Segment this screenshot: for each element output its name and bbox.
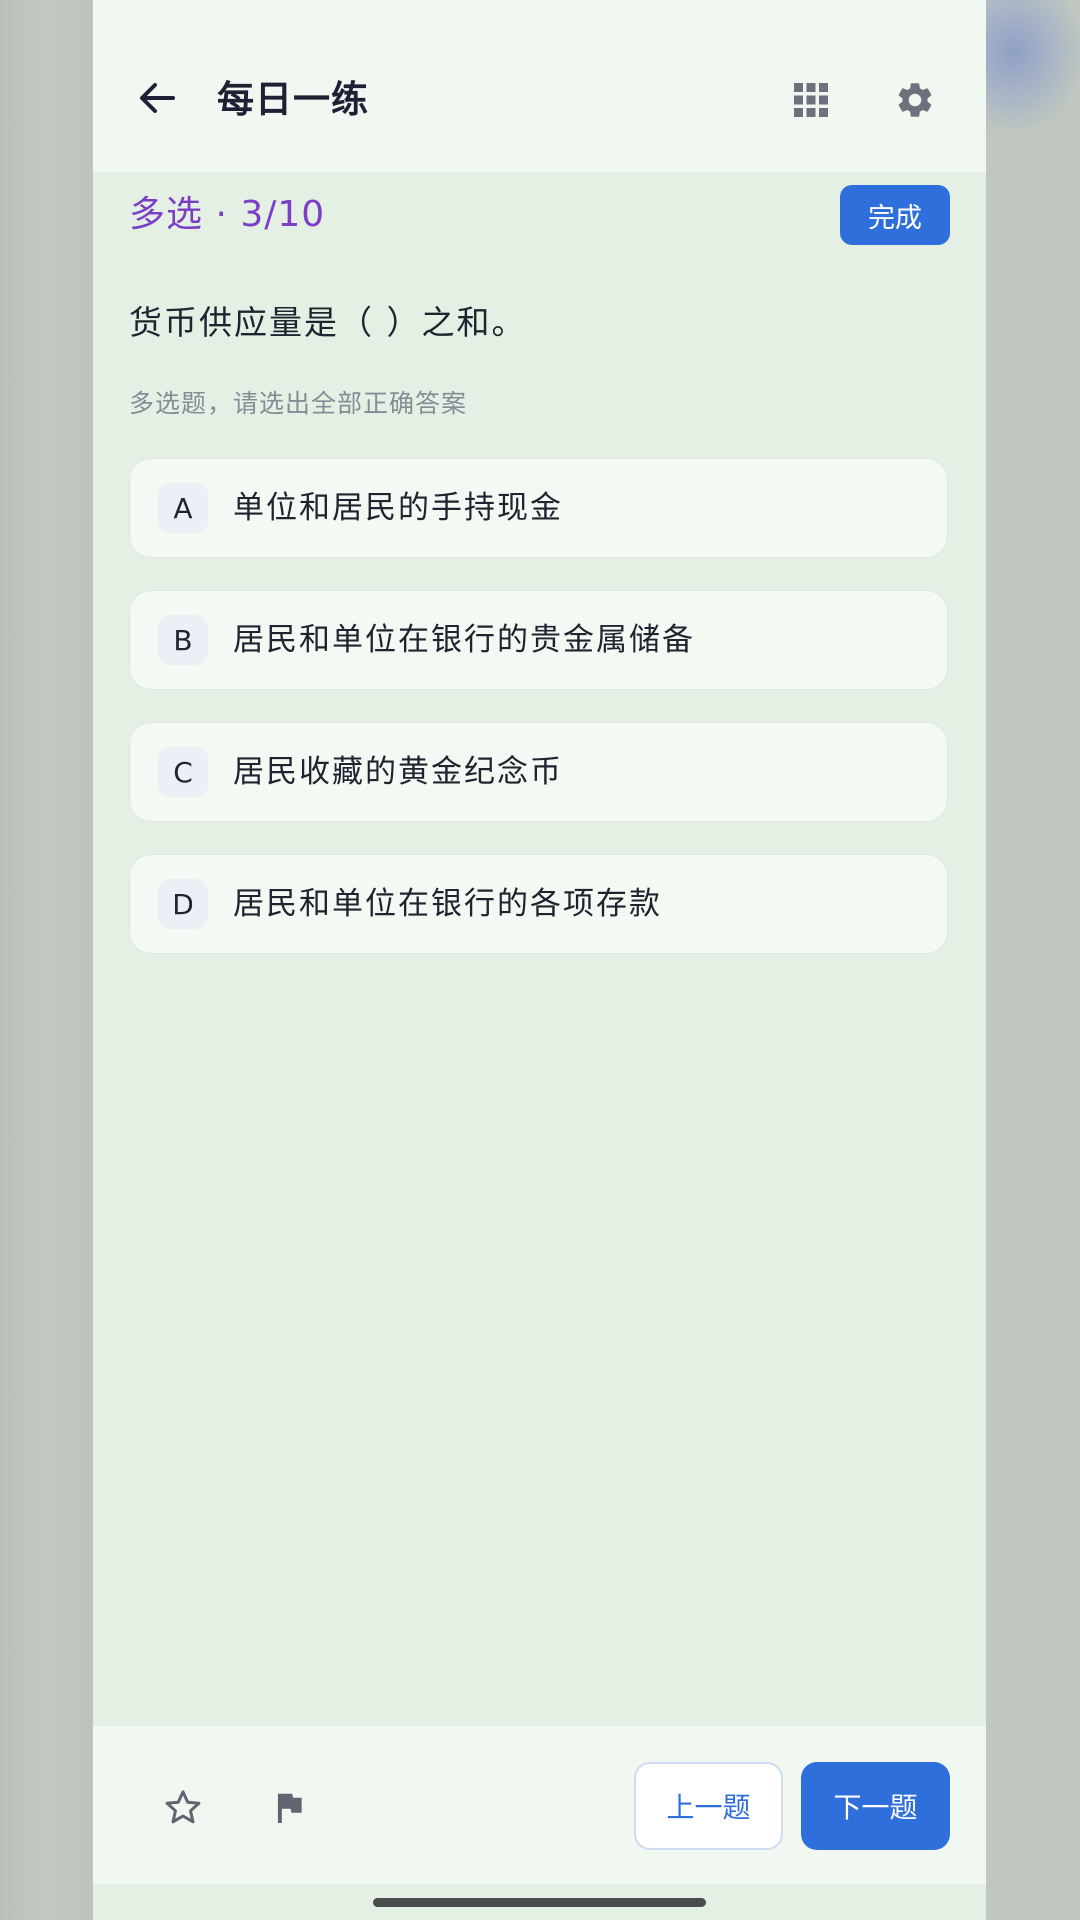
grid-icon — [794, 83, 828, 117]
option-text: 单位和居民的手持现金 — [233, 490, 563, 526]
question-type-progress: 多选 · 3/10 — [129, 194, 326, 235]
top-app-bar: 每日一练 — [93, 0, 986, 172]
next-question-button[interactable]: 下一题 — [801, 1762, 950, 1850]
done-button[interactable]: 完成 — [840, 185, 950, 245]
option-letter: A — [158, 483, 208, 533]
arrow-left-icon — [140, 83, 175, 113]
flag-icon — [277, 1793, 302, 1824]
favorite-button[interactable] — [155, 1780, 211, 1836]
question-text: 货币供应量是（ ）之和。 — [129, 303, 527, 342]
option-d[interactable]: D 居民和单位在银行的各项存款 — [129, 854, 948, 954]
option-letter: D — [158, 879, 208, 929]
option-letter: C — [158, 747, 208, 797]
option-text: 居民和单位在银行的贵金属储备 — [233, 622, 695, 658]
option-text: 居民和单位在银行的各项存款 — [233, 886, 662, 922]
option-c[interactable]: C 居民收藏的黄金纪念币 — [129, 722, 948, 822]
report-button[interactable] — [261, 1780, 317, 1836]
app-screen: 每日一练 多选 · 3/10 完成 货币供应量是（ ）之和。 多选题，请选出全部… — [93, 0, 986, 1920]
bottom-action-bar: 上一题 下一题 — [93, 1726, 986, 1884]
background-blur — [985, 0, 1080, 130]
back-button[interactable] — [129, 70, 185, 126]
star-icon — [165, 1790, 201, 1824]
option-letter: B — [158, 615, 208, 665]
option-text: 居民收藏的黄金纪念币 — [233, 754, 563, 790]
question-hint: 多选题，请选出全部正确答案 — [129, 389, 468, 418]
settings-button[interactable] — [887, 72, 943, 128]
previous-question-button[interactable]: 上一题 — [634, 1762, 783, 1850]
option-b[interactable]: B 居民和单位在银行的贵金属储备 — [129, 590, 948, 690]
option-a[interactable]: A 单位和居民的手持现金 — [129, 458, 948, 558]
gear-icon — [898, 83, 932, 117]
page-title: 每日一练 — [217, 78, 369, 121]
home-indicator[interactable] — [373, 1898, 706, 1907]
question-grid-button[interactable] — [783, 72, 839, 128]
